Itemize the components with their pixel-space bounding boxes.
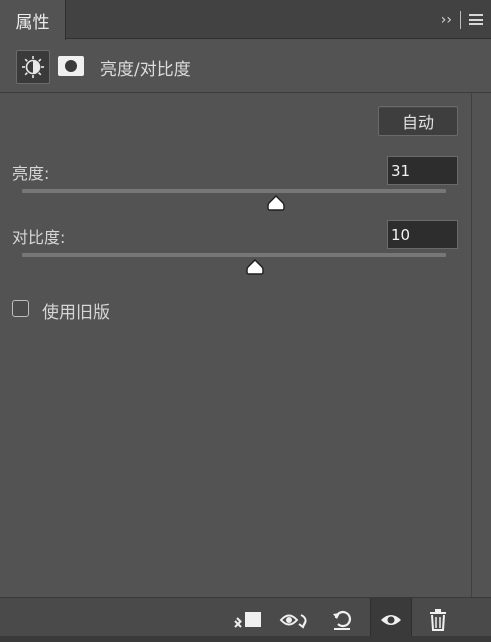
- contrast-input[interactable]: 10: [387, 220, 458, 249]
- use-legacy-label: 使用旧版: [42, 303, 110, 323]
- eye-icon: [381, 615, 401, 625]
- tab-properties[interactable]: 属性: [0, 0, 66, 40]
- brightness-slider-thumb[interactable]: [267, 195, 286, 211]
- contrast-label: 对比度:: [12, 228, 66, 247]
- contrast-slider-thumb[interactable]: [246, 259, 264, 275]
- panel-menu-icon[interactable]: [469, 14, 483, 25]
- brightness-slider-track[interactable]: [22, 189, 446, 193]
- panel-tab-bar: 属性 ››: [0, 0, 491, 40]
- contrast-slider-track[interactable]: [22, 253, 446, 257]
- brightness-input[interactable]: 31: [387, 156, 458, 185]
- panel-title: 亮度/对比度: [100, 60, 191, 80]
- layer-mask-icon[interactable]: [58, 56, 84, 76]
- tab-bar-controls: ››: [441, 0, 483, 39]
- auto-button[interactable]: 自动: [378, 106, 458, 136]
- tab-controls-divider: [460, 10, 461, 29]
- brightness-label: 亮度:: [12, 164, 50, 183]
- panel-bottom-edge: [0, 636, 491, 642]
- collapse-panel-icon[interactable]: ››: [441, 12, 452, 28]
- brightness-contrast-icon[interactable]: [16, 50, 50, 84]
- use-legacy-checkbox[interactable]: [12, 300, 29, 317]
- panel-scrollbar[interactable]: [471, 93, 491, 598]
